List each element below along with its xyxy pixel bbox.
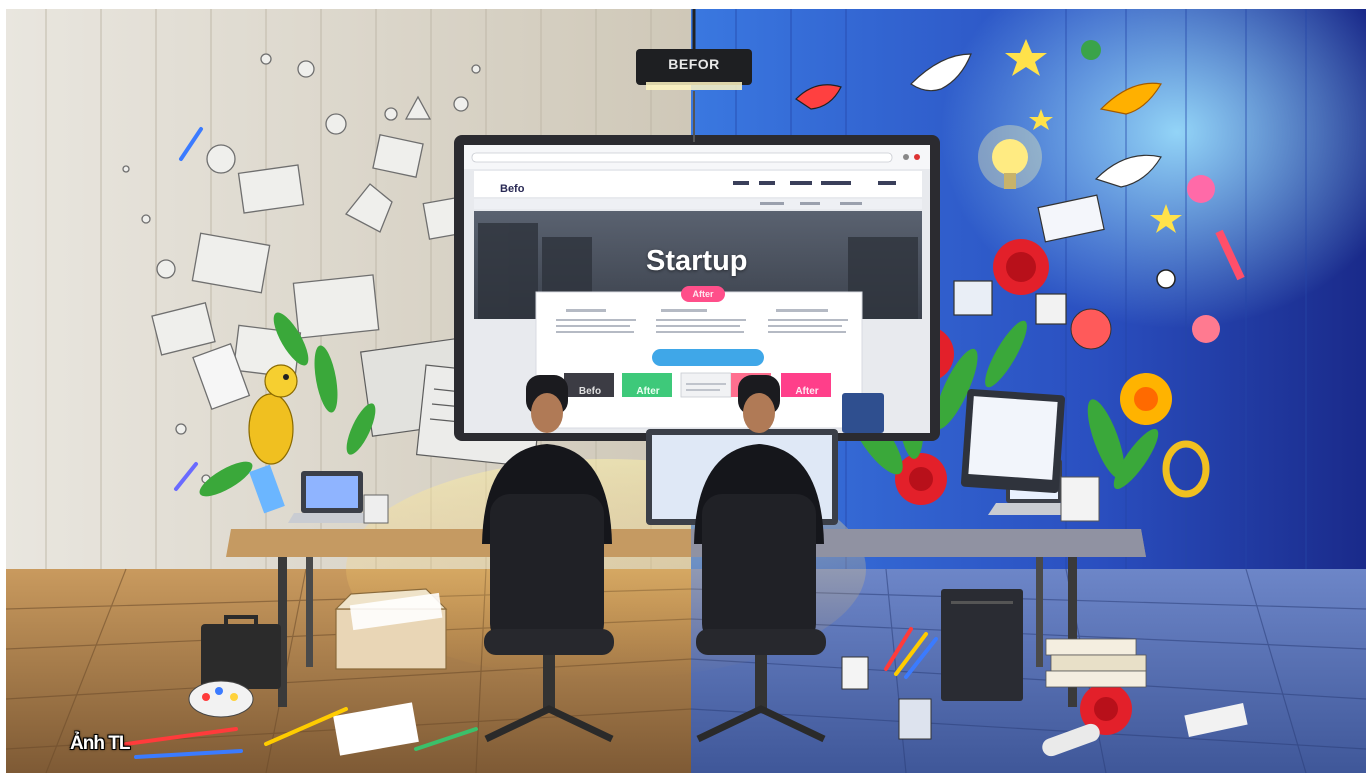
photo-credit: Ảnh TL	[70, 733, 130, 754]
hanging-sign-label: BEFOR	[668, 56, 720, 72]
before-after-office-illustration	[6, 9, 1366, 773]
screen-hero-badge: After	[681, 286, 725, 302]
screen-cta-button	[652, 349, 764, 366]
screen-brand-logo: Befo	[500, 183, 525, 195]
screen-button-after-label: After	[636, 386, 660, 397]
illustration-frame: BEFOR Befo Startup After Befo After Afte…	[6, 9, 1366, 773]
screen-button-pink-label: After	[795, 386, 819, 397]
screen-hero-title: Startup	[646, 245, 748, 277]
screen-button-before-label: Befo	[578, 386, 602, 397]
